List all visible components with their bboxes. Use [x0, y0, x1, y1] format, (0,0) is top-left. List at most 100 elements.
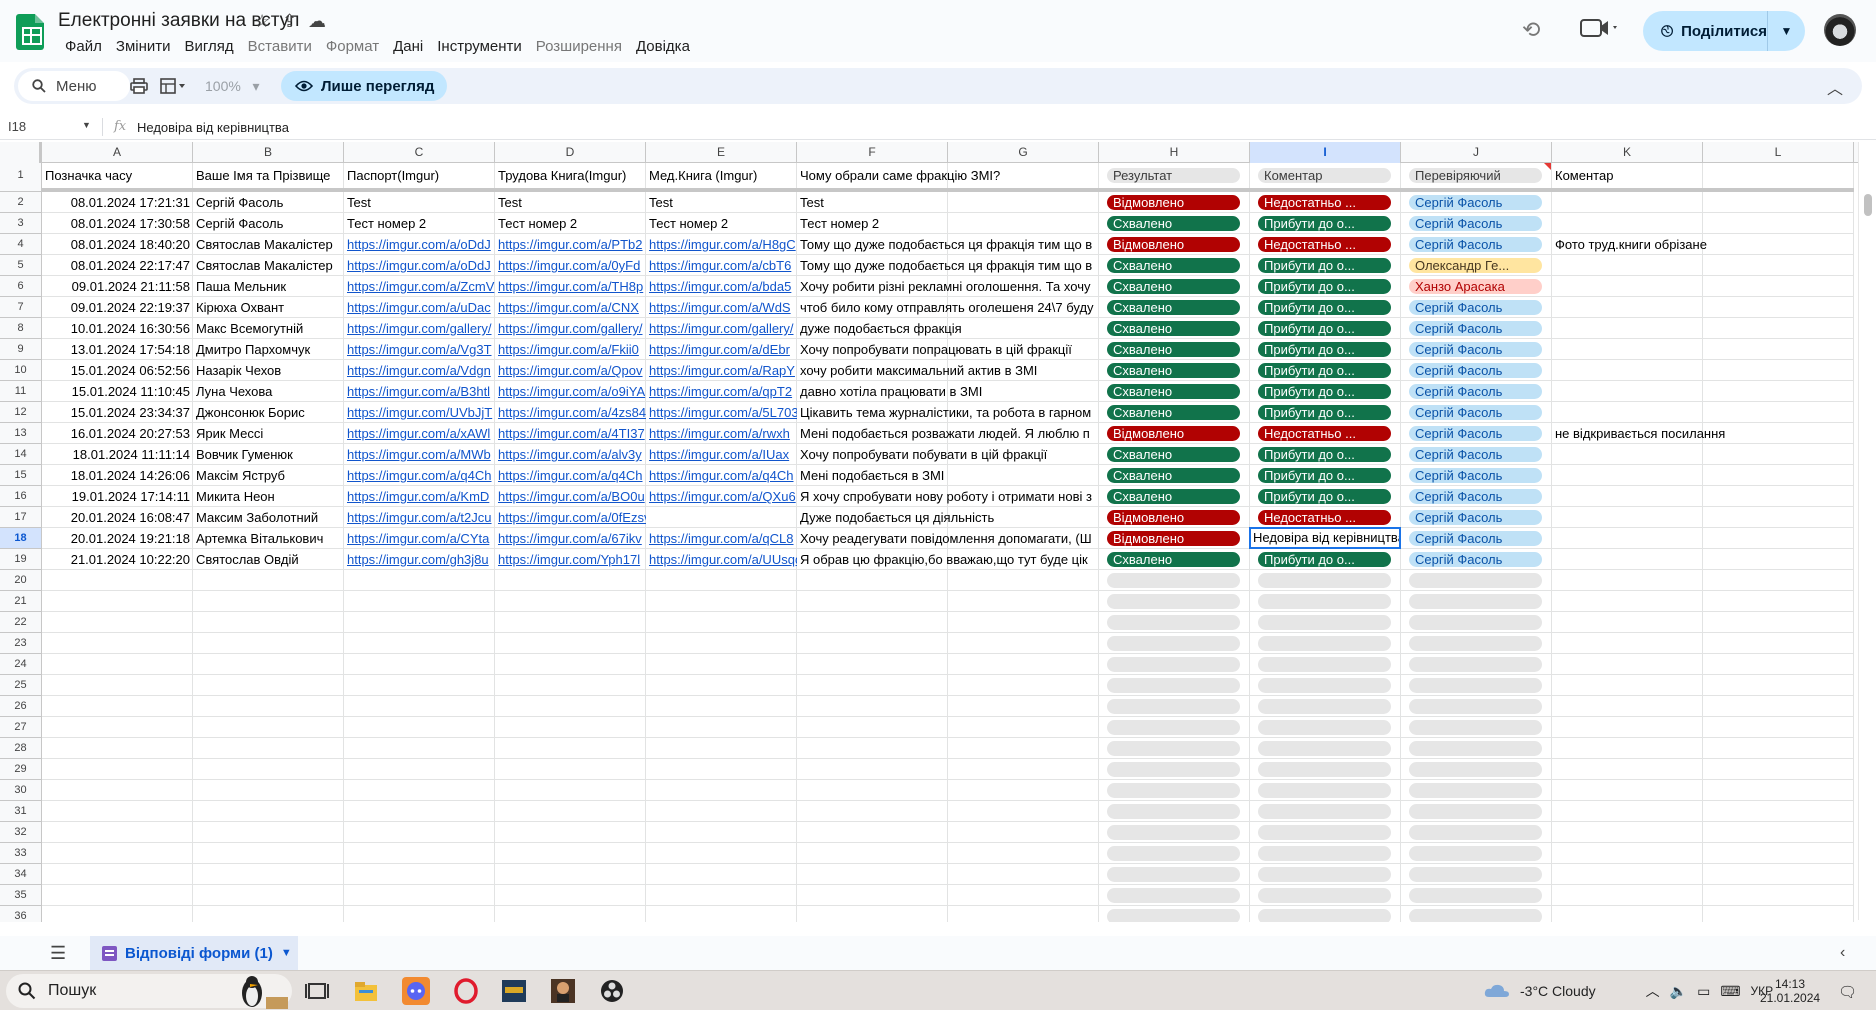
row-header[interactable]: 18: [0, 528, 42, 549]
checker-chip[interactable]: Сергій Фасоль: [1409, 447, 1542, 462]
empty-dropdown-chip[interactable]: [1258, 909, 1391, 922]
cell-work[interactable]: https://imgur.com/a/CNX: [495, 297, 646, 318]
checker-chip[interactable]: Сергій Фасоль: [1409, 300, 1542, 315]
menu-item[interactable]: Вставити: [241, 36, 319, 58]
column-header-h[interactable]: H: [1099, 142, 1250, 163]
cell-passport[interactable]: https://imgur.com/a/CYta: [344, 528, 495, 549]
row-header[interactable]: 21: [0, 591, 42, 612]
empty-dropdown-chip[interactable]: [1107, 573, 1240, 588]
empty-dropdown-chip[interactable]: [1107, 762, 1240, 777]
header-cell[interactable]: Паспорт(Imgur): [344, 165, 495, 186]
row-header[interactable]: 17: [0, 507, 42, 528]
menu-search-button[interactable]: Меню: [18, 71, 130, 101]
cell-med[interactable]: https://imgur.com/a/QXu6: [646, 486, 797, 507]
empty-dropdown-chip[interactable]: [1258, 657, 1391, 672]
result-chip[interactable]: Схвалено: [1107, 321, 1240, 336]
checker-chip[interactable]: Сергій Фасоль: [1409, 552, 1542, 567]
result-chip[interactable]: Відмовлено: [1107, 195, 1240, 210]
file-explorer-icon[interactable]: [352, 977, 380, 1005]
formula-input[interactable]: Недовіра від керівництва: [137, 120, 289, 135]
comment-chip[interactable]: Прибути до о...: [1258, 468, 1391, 483]
cell-med[interactable]: https://imgur.com/a/H8gC: [646, 234, 797, 255]
row-header[interactable]: 6: [0, 276, 42, 297]
cell-work[interactable]: https://imgur.com/a/0fEzsvg: [495, 507, 646, 528]
comment-chip[interactable]: Прибути до о...: [1258, 216, 1391, 231]
header-cell[interactable]: Мед.Книга (Imgur): [646, 165, 797, 186]
cloud-status-icon[interactable]: ☁: [308, 11, 326, 32]
result-chip[interactable]: Відмовлено: [1107, 426, 1240, 441]
checker-chip[interactable]: Сергій Фасоль: [1409, 510, 1542, 525]
checker-chip[interactable]: Сергій Фасоль: [1409, 405, 1542, 420]
cell-passport[interactable]: https://imgur.com/a/oDdJ: [344, 255, 495, 276]
result-chip[interactable]: Схвалено: [1107, 384, 1240, 399]
empty-dropdown-chip[interactable]: [1107, 657, 1240, 672]
view-only-button[interactable]: Лише перегляд: [281, 71, 447, 101]
cell-work[interactable]: https://imgur.com/a/PTb2: [495, 234, 646, 255]
discord-app-icon[interactable]: [402, 977, 430, 1005]
share-dropdown-icon[interactable]: ▼: [1768, 24, 1805, 38]
result-chip[interactable]: Схвалено: [1107, 489, 1240, 504]
empty-dropdown-chip[interactable]: [1258, 804, 1391, 819]
comment-chip[interactable]: Прибути до о...: [1258, 447, 1391, 462]
obs-studio-icon[interactable]: [598, 977, 626, 1005]
empty-dropdown-chip[interactable]: [1409, 846, 1542, 861]
empty-dropdown-chip[interactable]: [1409, 909, 1542, 922]
cell-work[interactable]: https://imgur.com/a/o9iYA: [495, 381, 646, 402]
empty-dropdown-chip[interactable]: [1409, 594, 1542, 609]
menu-item[interactable]: Формат: [319, 36, 386, 58]
empty-dropdown-chip[interactable]: [1409, 615, 1542, 630]
row-header[interactable]: 31: [0, 801, 42, 822]
column-header-c[interactable]: C: [344, 142, 495, 163]
comment-chip[interactable]: Прибути до о...: [1258, 279, 1391, 294]
checker-chip[interactable]: Сергій Фасоль: [1409, 468, 1542, 483]
column-header-e[interactable]: E: [646, 142, 797, 163]
menu-item[interactable]: Змінити: [109, 36, 178, 58]
cell-med[interactable]: https://imgur.com/a/qpT2: [646, 381, 797, 402]
cell-passport[interactable]: https://imgur.com/a/B3htl: [344, 381, 495, 402]
empty-dropdown-chip[interactable]: [1258, 615, 1391, 630]
empty-dropdown-chip[interactable]: [1258, 636, 1391, 651]
checker-chip[interactable]: Сергій Фасоль: [1409, 531, 1542, 546]
row-header[interactable]: 7: [0, 297, 42, 318]
cell-work[interactable]: https://imgur.com/a/0yFd: [495, 255, 646, 276]
cell-passport[interactable]: https://imgur.com/gh3j8u: [344, 549, 495, 570]
row-header[interactable]: 22: [0, 612, 42, 633]
cell-work[interactable]: https://imgur.com/a/BO0u: [495, 486, 646, 507]
column-header-f[interactable]: F: [797, 142, 948, 163]
row-header[interactable]: 4: [0, 234, 42, 255]
empty-dropdown-chip[interactable]: [1409, 804, 1542, 819]
empty-dropdown-chip[interactable]: [1258, 825, 1391, 840]
name-box[interactable]: I18: [8, 119, 92, 137]
comment-marker[interactable]: [1544, 163, 1551, 170]
row-header[interactable]: 8: [0, 318, 42, 339]
scrollbar-thumb[interactable]: [1864, 194, 1872, 216]
row-header[interactable]: 12: [0, 402, 42, 423]
row-header[interactable]: 28: [0, 738, 42, 759]
checker-chip[interactable]: Сергій Фасоль: [1409, 216, 1542, 231]
result-chip[interactable]: Схвалено: [1107, 552, 1240, 567]
empty-dropdown-chip[interactable]: [1258, 846, 1391, 861]
row-header[interactable]: 33: [0, 843, 42, 864]
row-header[interactable]: 30: [0, 780, 42, 801]
header-cell[interactable]: Трудова Книга(Imgur): [495, 165, 646, 186]
cell-med[interactable]: https://imgur.com/a/5L703F: [646, 402, 797, 423]
result-chip[interactable]: Схвалено: [1107, 447, 1240, 462]
row-header[interactable]: 2: [0, 192, 42, 213]
row-header[interactable]: 26: [0, 696, 42, 717]
menu-item[interactable]: Розширення: [529, 36, 629, 58]
result-chip[interactable]: Відмовлено: [1107, 510, 1240, 525]
chevron-up-icon[interactable]: ︿: [1646, 981, 1660, 1001]
active-cell[interactable]: Недовіра від керівництва: [1249, 527, 1401, 549]
result-chip[interactable]: Схвалено: [1107, 363, 1240, 378]
cell-work[interactable]: https://imgur.com/Yph17l: [495, 549, 646, 570]
weather-text[interactable]: -3°C Cloudy: [1520, 983, 1596, 999]
cell-passport[interactable]: https://imgur.com/a/oDdJ: [344, 234, 495, 255]
empty-dropdown-chip[interactable]: [1258, 594, 1391, 609]
row-header[interactable]: 15: [0, 465, 42, 486]
menu-item[interactable]: Дані: [386, 36, 430, 58]
spreadsheet-grid[interactable]: ABCDEFGHIJKL 1 2 3 4 5 6 7 8 9 10 11 12 13 14 15 16 17 18…: [0, 142, 1876, 922]
cell-work[interactable]: https://imgur.com/a/alv3y: [495, 444, 646, 465]
empty-dropdown-chip[interactable]: [1409, 741, 1542, 756]
comment-chip[interactable]: Прибути до о...: [1258, 363, 1391, 378]
column-header-d[interactable]: D: [495, 142, 646, 163]
